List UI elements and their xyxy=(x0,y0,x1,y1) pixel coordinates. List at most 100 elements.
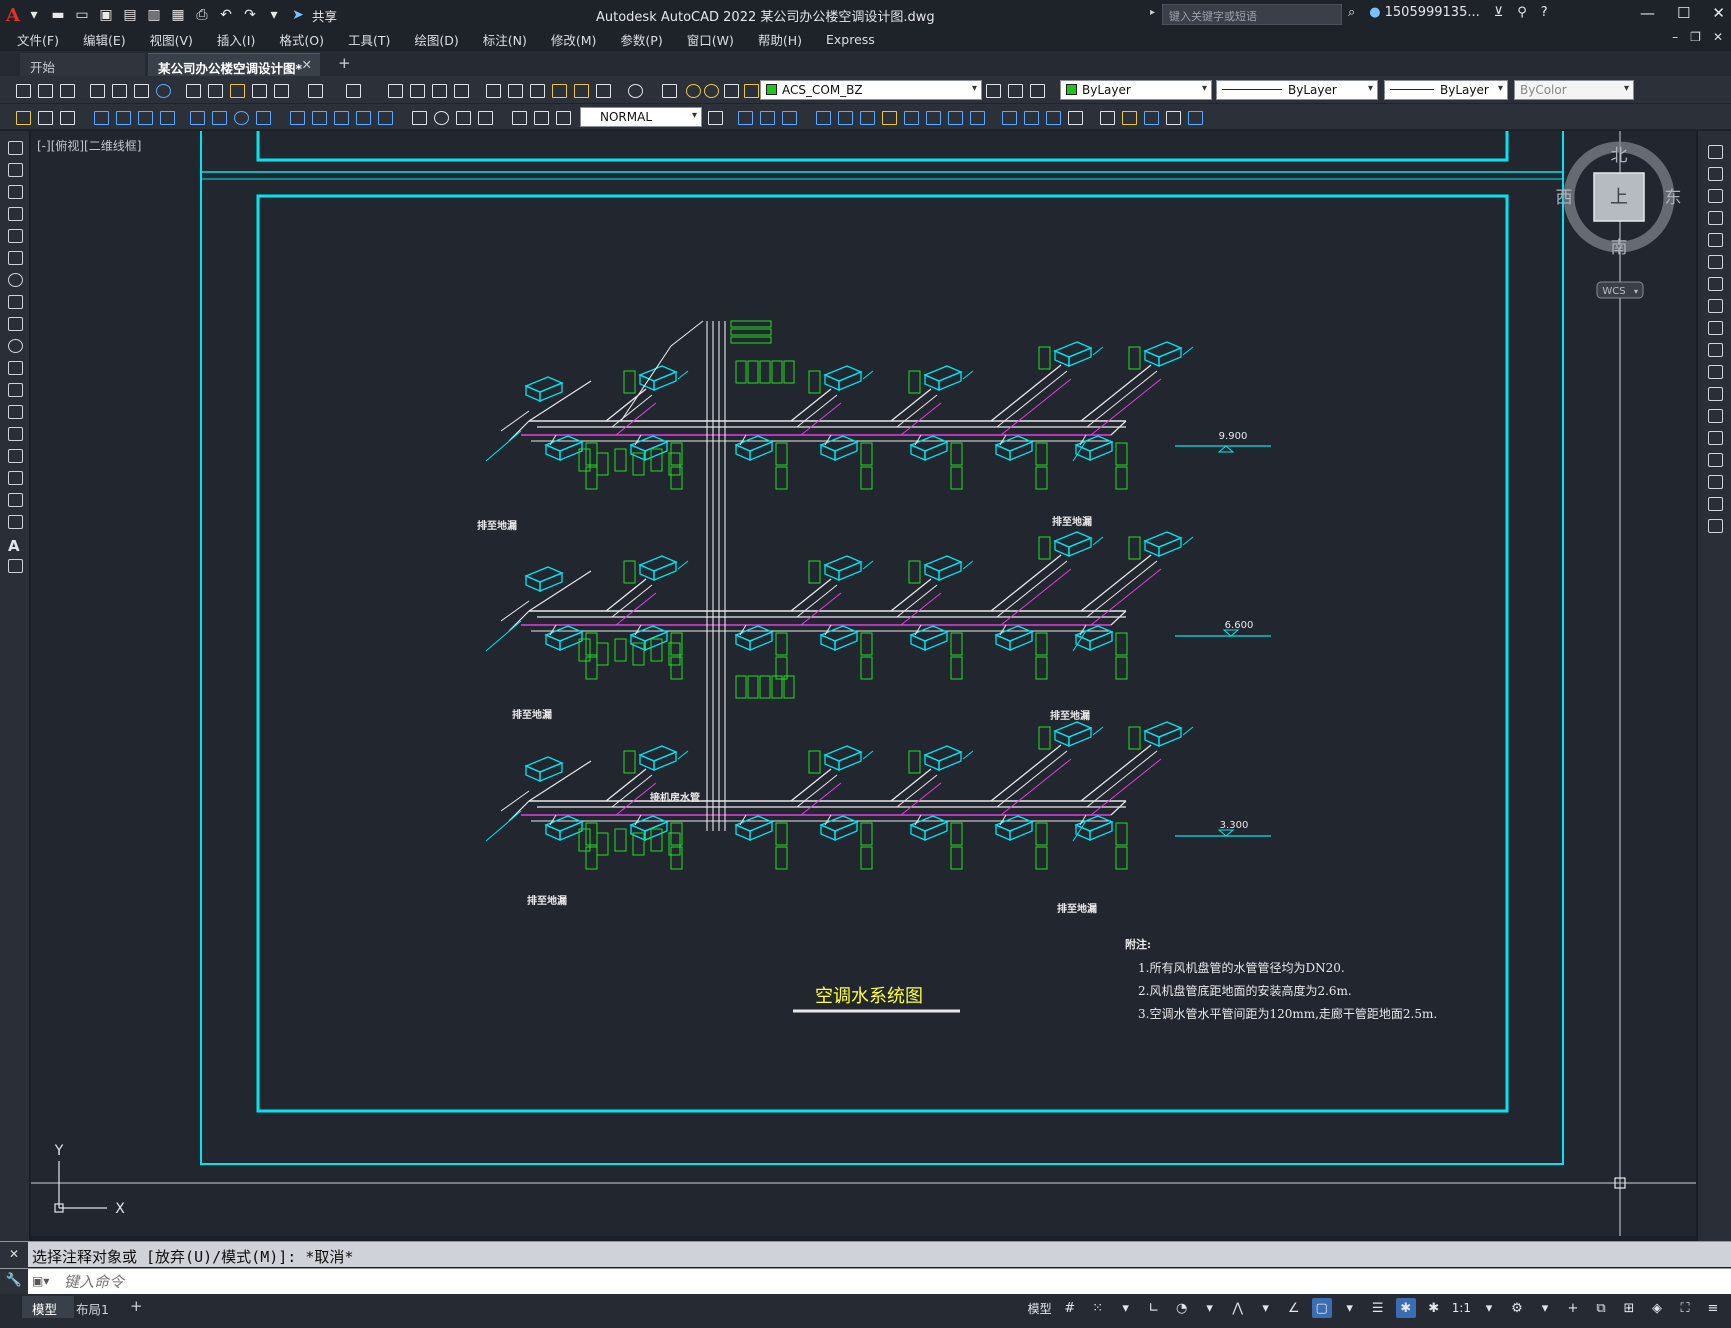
ucs-x-icon[interactable] xyxy=(946,108,964,126)
ellipse-arc-tool-icon[interactable] xyxy=(8,361,23,375)
snap-menu-icon[interactable]: ▾ xyxy=(1116,1298,1136,1318)
doc-minimize-icon[interactable]: – xyxy=(1672,30,1678,44)
radius-dim-icon[interactable] xyxy=(188,108,206,126)
scale-tool-icon[interactable] xyxy=(1708,299,1723,313)
explode-tool-icon[interactable] xyxy=(1708,519,1723,533)
help-icon[interactable]: ? xyxy=(1541,5,1548,20)
model-space-toggle[interactable]: 模型 xyxy=(1028,1300,1052,1317)
open-file-icon[interactable]: ▭ xyxy=(72,5,92,25)
linetype-combo[interactable]: ByLayer ▾ xyxy=(1216,80,1378,100)
search-icon[interactable]: ⌕ xyxy=(1348,5,1355,20)
chamfer-tool-icon[interactable] xyxy=(1708,453,1723,467)
plotstyle-combo[interactable]: ByColor ▾ xyxy=(1514,80,1634,100)
menu-tools[interactable]: 工具(T) xyxy=(348,30,390,49)
undo-tb-icon[interactable] xyxy=(306,81,324,99)
ucs-previous-icon[interactable] xyxy=(780,108,798,126)
search-input[interactable]: 键入关键字或短语 xyxy=(1162,4,1342,25)
layer-state-icon[interactable] xyxy=(1028,81,1046,99)
menu-format[interactable]: 格式(O) xyxy=(279,30,324,49)
ucs-zaxis-icon[interactable] xyxy=(902,108,920,126)
new-tab-button[interactable]: + xyxy=(330,53,358,76)
command-close-icon[interactable]: ✕ xyxy=(0,1242,28,1268)
layer-combo[interactable]: ACS_COM_BZ ▾ xyxy=(760,80,982,100)
paste-icon[interactable] xyxy=(228,81,246,99)
linear-dim-icon[interactable] xyxy=(92,108,110,126)
copy-tool-icon[interactable] xyxy=(1708,167,1723,181)
search-expand-icon[interactable]: ▸ xyxy=(1150,7,1155,18)
help-tb-icon[interactable] xyxy=(626,81,644,99)
ordinate-dim-icon[interactable] xyxy=(158,108,176,126)
hatch-tool-icon[interactable] xyxy=(8,449,23,463)
polyline-tool-icon[interactable] xyxy=(8,185,23,199)
command-input[interactable] xyxy=(64,1271,1704,1292)
insert-block-icon[interactable] xyxy=(1098,108,1116,126)
maximize-icon[interactable]: ☐ xyxy=(1677,4,1690,22)
menu-file[interactable]: 文件(F) xyxy=(17,30,59,49)
autodesk-app-icon[interactable]: ⚲ xyxy=(1517,5,1527,20)
menu-window[interactable]: 窗口(W) xyxy=(687,30,734,49)
aligned-dim-icon[interactable] xyxy=(114,108,132,126)
polar-icon[interactable]: ◔ xyxy=(1172,1298,1192,1318)
command-customize-icon[interactable]: 🔧 xyxy=(0,1269,28,1295)
arc-tool-icon[interactable] xyxy=(8,251,23,265)
save-web-icon[interactable]: ▦ xyxy=(168,5,188,25)
region-tool-icon[interactable] xyxy=(8,493,23,507)
new-layout-button[interactable]: + xyxy=(124,1296,150,1318)
markup-icon[interactable] xyxy=(572,81,590,99)
publish-icon[interactable] xyxy=(132,81,150,99)
join-tool-icon[interactable] xyxy=(1708,431,1723,445)
hyperlink-icon[interactable] xyxy=(1186,108,1204,126)
layer-previous-icon[interactable] xyxy=(1006,81,1024,99)
mirror-tool-icon[interactable] xyxy=(1708,189,1723,203)
redo-icon[interactable]: ↷ xyxy=(240,5,260,25)
trim-tool-icon[interactable] xyxy=(1708,343,1723,357)
new-file-icon[interactable]: ▬ xyxy=(48,5,68,25)
doc-restore-icon[interactable]: ❐ xyxy=(1690,30,1701,44)
new-icon[interactable] xyxy=(14,81,32,99)
ucs-icon[interactable] xyxy=(736,108,754,126)
customize-status-icon[interactable]: ≡ xyxy=(1703,1298,1723,1318)
spline-tool-icon[interactable] xyxy=(8,317,23,331)
app-menu-arrow-icon[interactable]: ▾ xyxy=(24,5,44,25)
doc-close-icon[interactable]: ✕ xyxy=(1713,30,1723,44)
break-tool-icon[interactable] xyxy=(1708,409,1723,423)
auto-scale-icon[interactable]: ✱ xyxy=(1424,1298,1444,1318)
rectangle-tool-icon[interactable] xyxy=(8,229,23,243)
mtext-tool-icon[interactable]: A xyxy=(8,537,23,555)
object-snap-icon[interactable]: ▢ xyxy=(1311,1298,1332,1318)
cart-icon[interactable]: ⊻ xyxy=(1494,5,1504,20)
erase-tool-icon[interactable] xyxy=(1708,145,1723,159)
quick-dim-icon[interactable] xyxy=(288,108,306,126)
snap-icon[interactable]: ⁙ xyxy=(1088,1298,1108,1318)
tolerance-icon[interactable] xyxy=(410,108,428,126)
tab-close-icon[interactable]: ✕ xyxy=(302,57,312,72)
cut-icon[interactable] xyxy=(184,81,202,99)
dim-update-icon[interactable] xyxy=(554,108,572,126)
revcloud-tool-icon[interactable] xyxy=(8,295,23,309)
xline-tool-icon[interactable] xyxy=(8,163,23,177)
ole-object-icon[interactable] xyxy=(1164,108,1182,126)
jogged-dim-icon[interactable] xyxy=(210,108,228,126)
dim-break-icon[interactable] xyxy=(376,108,394,126)
properties-icon[interactable] xyxy=(484,81,502,99)
object-snap-tracking-icon[interactable]: ∠ xyxy=(1284,1298,1304,1318)
rotate-tool-icon[interactable] xyxy=(1708,277,1723,291)
compass-south[interactable]: 南 xyxy=(1611,238,1628,258)
quick-properties-icon[interactable]: ⊞ xyxy=(1619,1298,1639,1318)
copy-icon[interactable] xyxy=(206,81,224,99)
workspace-menu-icon[interactable]: ▾ xyxy=(1535,1298,1555,1318)
close-icon[interactable]: ✕ xyxy=(1712,4,1725,22)
layout-tab-layout1[interactable]: 布局1 xyxy=(66,1296,120,1318)
zoom-window-icon[interactable] xyxy=(430,81,448,99)
isodraft-menu-icon[interactable]: ▾ xyxy=(1256,1298,1276,1318)
ucs-3point-icon[interactable] xyxy=(924,108,942,126)
line-tool-icon[interactable] xyxy=(8,141,23,155)
object-snap-menu-icon[interactable]: ▾ xyxy=(1340,1298,1360,1318)
clean-screen-icon[interactable]: ⛶ xyxy=(1675,1298,1695,1318)
annotate-icon[interactable] xyxy=(14,108,32,126)
sheet-set-icon[interactable] xyxy=(550,81,568,99)
center-mark-icon[interactable] xyxy=(432,108,450,126)
annotation-monitor-icon[interactable]: + xyxy=(1563,1298,1583,1318)
ucs-apply-icon[interactable] xyxy=(1022,108,1040,126)
save-tb-icon[interactable] xyxy=(58,81,76,99)
